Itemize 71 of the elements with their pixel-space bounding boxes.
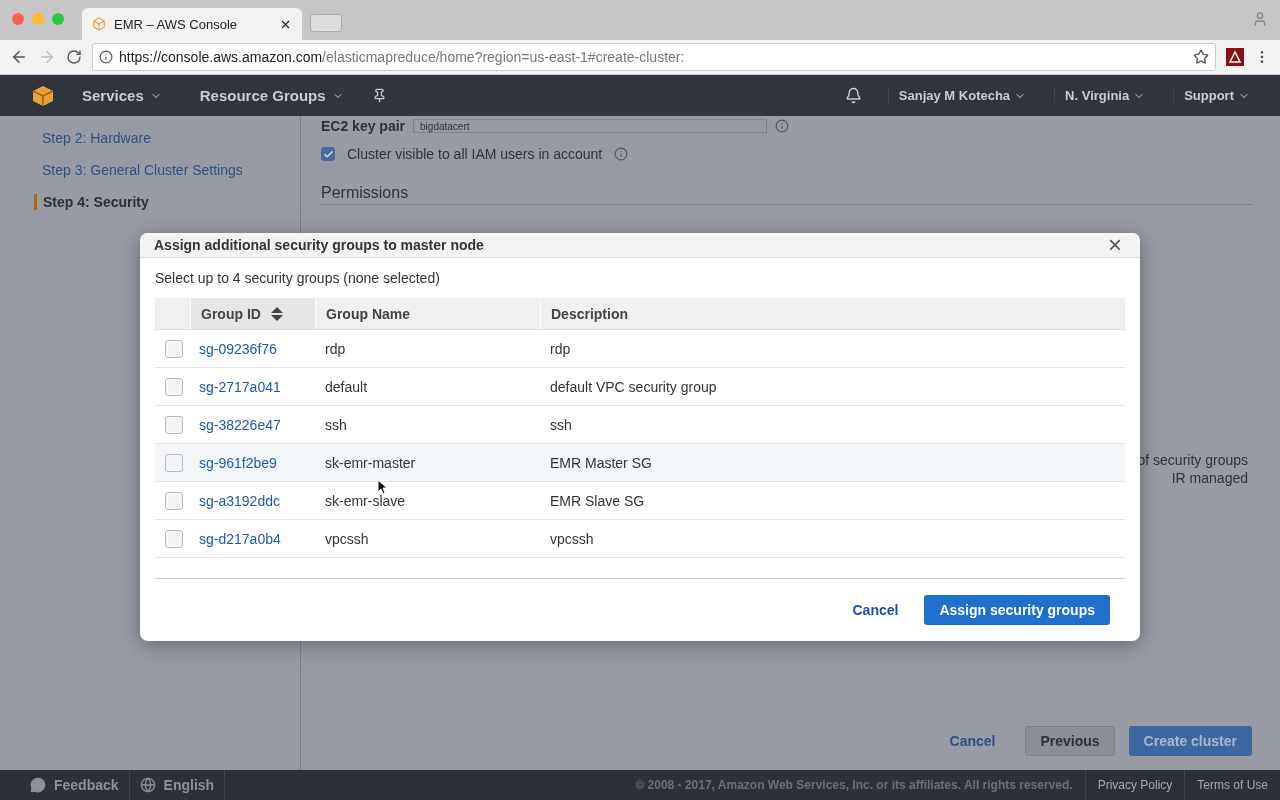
reload-icon[interactable] <box>66 49 82 65</box>
table-cell: sk-emr-slave <box>325 492 406 509</box>
checkbox[interactable] <box>165 339 183 358</box>
group-id-link[interactable]: sg-961f2be9 <box>199 454 277 471</box>
checkbox[interactable] <box>321 147 335 161</box>
column-header[interactable]: Group ID <box>190 298 315 329</box>
group-id-link[interactable]: sg-d217a0b4 <box>199 530 281 547</box>
checkbox-label: Cluster visible to all IAM users in account <box>347 146 603 162</box>
bookmark-star-icon[interactable] <box>1193 49 1209 65</box>
table-cell: vpcssh <box>550 530 594 547</box>
close-window-button[interactable] <box>12 13 24 25</box>
table-cell: vpcssh <box>325 530 369 547</box>
table-cell: ssh <box>325 416 347 433</box>
feedback-link[interactable]: Feedback <box>20 770 130 800</box>
cube-icon <box>92 17 106 31</box>
sort-icon <box>270 306 283 321</box>
checkbox[interactable] <box>165 415 183 434</box>
address-bar[interactable]: https://console.aws.amazon.com/elasticmapreduce/home?region=us-east-1#create-cluster: <box>92 43 1216 71</box>
step-link[interactable]: Step 4: Security <box>34 194 300 210</box>
dialog-subtitle: Select up to 4 security groups (none selected) <box>155 270 441 286</box>
info-icon <box>99 50 113 64</box>
checkbox[interactable] <box>165 453 183 472</box>
nav-menu[interactable]: N. Virginia <box>1054 88 1156 103</box>
table-cell: default VPC security group <box>550 378 717 395</box>
maximize-window-button[interactable] <box>52 13 64 25</box>
group-id-link[interactable]: sg-2717a041 <box>199 378 281 395</box>
pdf-extension-icon[interactable] <box>1226 48 1244 66</box>
cube-logo-icon[interactable] <box>32 84 54 107</box>
forward-icon[interactable] <box>38 48 56 66</box>
footer-link[interactable]: Privacy Policy <box>1084 770 1185 800</box>
checkbox[interactable] <box>165 491 183 510</box>
nav-menu[interactable]: Services <box>72 87 172 104</box>
assign-button[interactable]: Assign security groups <box>924 595 1110 625</box>
footer-link[interactable]: Terms of Use <box>1184 770 1280 800</box>
copyright-text: © 2008 - 2017, Amazon Web Services, Inc. or its affiliates. All rights reserved. <box>634 778 1074 792</box>
checkbox[interactable] <box>165 529 183 548</box>
speech-bubble-icon <box>30 777 46 793</box>
info-icon <box>775 119 790 133</box>
cancel-button[interactable]: Cancel <box>836 598 915 622</box>
new-tab-button[interactable] <box>310 14 342 32</box>
table-cell: rdp <box>550 340 571 357</box>
section-heading: Permissions <box>321 184 1252 205</box>
nav-menu[interactable]: Support <box>1173 88 1260 103</box>
previous-button[interactable]: Previous <box>1025 726 1115 756</box>
notifications-icon[interactable] <box>844 87 862 104</box>
close-button[interactable]: × <box>1104 233 1126 257</box>
table-cell: EMR Master SG <box>550 454 652 471</box>
group-id-link[interactable]: sg-09236f76 <box>199 340 277 357</box>
info-icon <box>614 147 629 161</box>
group-id-link[interactable]: sg-38226e47 <box>199 416 281 433</box>
field-label: EC2 key pair <box>321 118 406 134</box>
nav-menu[interactable]: Sanjay M Kotecha <box>887 88 1037 103</box>
column-header[interactable]: Group Name <box>315 298 540 329</box>
dialog-title: Assign additional security groups to master node <box>154 237 485 253</box>
checkbox[interactable] <box>165 377 183 396</box>
column-header[interactable]: Description <box>540 298 1125 329</box>
url-text: https://console.aws.amazon.com/elasticmapreduce/home?region=us-east-1#create-cluster: <box>119 49 685 65</box>
back-icon[interactable] <box>10 48 28 66</box>
language-link[interactable]: English <box>129 770 226 800</box>
table-cell: default <box>325 378 368 395</box>
browser-tab[interactable]: EMR – AWS Console <box>82 8 302 40</box>
pin-icon[interactable] <box>371 88 387 103</box>
nav-menu[interactable]: Resource Groups <box>189 87 354 104</box>
table-cell: sk-emr-master <box>325 454 416 471</box>
key-pair-select[interactable]: bigdatacert <box>413 119 768 133</box>
group-id-link[interactable]: sg-a3192ddc <box>199 492 280 509</box>
globe-icon <box>139 777 156 793</box>
profile-icon[interactable] <box>1252 11 1268 27</box>
table-cell: ssh <box>550 416 572 433</box>
table-cell: EMR Slave SG <box>550 492 645 509</box>
table-cell: rdp <box>325 340 346 357</box>
